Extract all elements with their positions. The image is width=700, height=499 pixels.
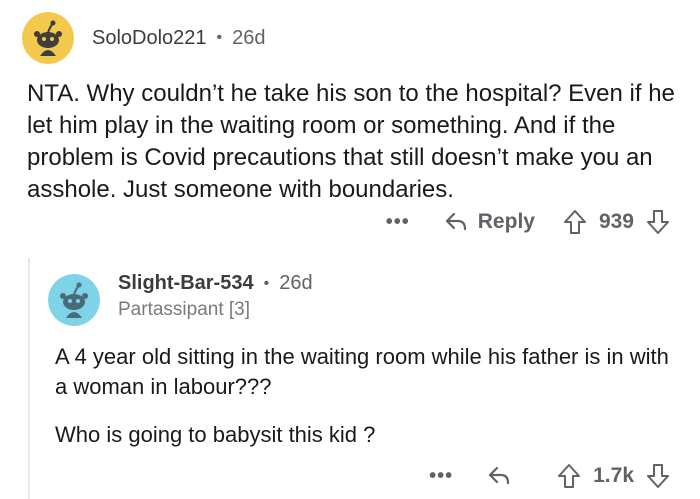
- comment-body: A 4 year old sitting in the waiting room…: [55, 342, 675, 450]
- comment-paragraph: A 4 year old sitting in the waiting room…: [55, 344, 669, 399]
- reply-label: Reply: [477, 210, 535, 233]
- meta-separator: •: [263, 274, 270, 292]
- comment-paragraph: Who is going to babysit this kid ?: [55, 422, 376, 447]
- vote-score: 1.7k: [593, 464, 634, 487]
- comment-age: 26d: [279, 272, 313, 294]
- comment-actions: ••• Reply 939: [386, 204, 670, 240]
- reply-header: Slight-Bar-534 • 26d Partassipant [3]: [48, 272, 313, 326]
- vote-controls: 1.7k: [557, 463, 670, 489]
- comment-meta-line: Slight-Bar-534 • 26d: [118, 272, 313, 295]
- upvote-arrow-icon[interactable]: [557, 463, 581, 489]
- reply-button[interactable]: [487, 465, 521, 487]
- more-options-button[interactable]: •••: [386, 211, 410, 234]
- comment-meta: Slight-Bar-534 • 26d Partassipant [3]: [118, 272, 313, 321]
- snoo-avatar-icon: [22, 12, 74, 64]
- comment-body: NTA. Why couldn’t he take his son to the…: [27, 80, 675, 203]
- reply-button[interactable]: Reply: [444, 210, 535, 234]
- user-avatar[interactable]: [22, 12, 74, 64]
- downvote-arrow-icon[interactable]: [646, 463, 670, 489]
- reply-arrow-icon: [445, 212, 466, 231]
- meta-separator: •: [216, 29, 223, 46]
- more-options-button[interactable]: •••: [429, 465, 453, 488]
- comment-author[interactable]: Slight-Bar-534: [118, 272, 254, 295]
- vote-controls: 939: [563, 209, 670, 235]
- upvote-arrow-icon[interactable]: [563, 209, 587, 235]
- vote-score: 939: [598, 210, 634, 233]
- reply-arrow-icon: [489, 466, 510, 485]
- comment-age: 26d: [232, 26, 266, 49]
- downvote-arrow-icon[interactable]: [646, 209, 670, 235]
- thread-line[interactable]: [28, 258, 30, 499]
- comment-actions: ••• 1.7k: [429, 458, 670, 494]
- comment-thread: SoloDolo221 • 26d NTA. Why couldn’t he t…: [0, 0, 700, 499]
- comment-header: SoloDolo221 • 26d: [22, 12, 266, 64]
- user-flair: Partassipant [3]: [118, 299, 251, 320]
- snoo-avatar-icon: [48, 274, 100, 326]
- comment-meta: SoloDolo221 • 26d: [92, 27, 266, 50]
- comment-author[interactable]: SoloDolo221: [92, 27, 207, 50]
- user-avatar[interactable]: [48, 274, 100, 326]
